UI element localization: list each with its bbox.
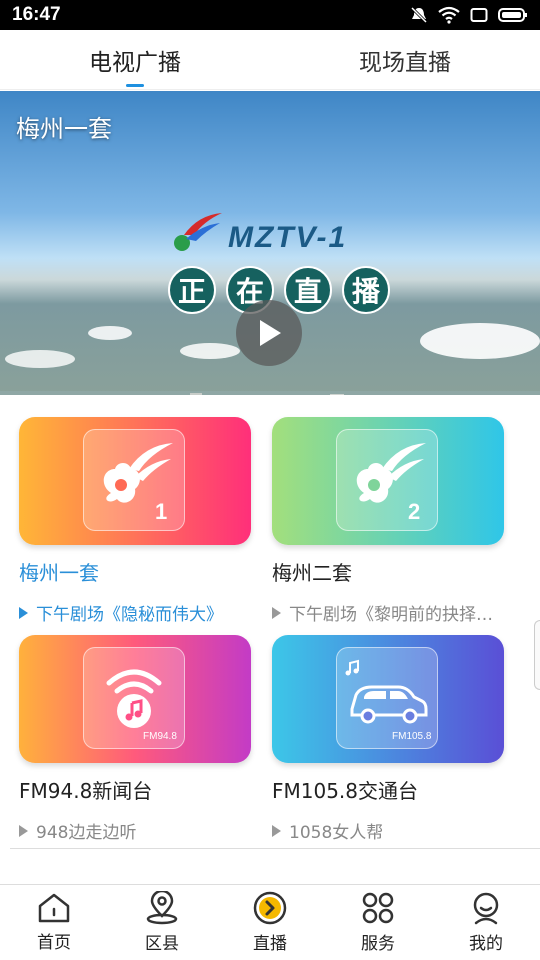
top-tabs: 电视广播 现场直播: [0, 30, 540, 90]
nav-label: 区县: [145, 934, 179, 954]
nav-label: 直播: [253, 934, 287, 954]
mztv-logo-icon: 1: [103, 443, 173, 524]
program-title: 1058女人帮: [289, 823, 384, 843]
nav-label: 服务: [361, 934, 395, 954]
battery-icon: [498, 8, 527, 22]
status-time: 16:47: [12, 4, 61, 25]
car-icon: FM105.8: [345, 659, 432, 742]
hero-channel-title: 梅州一套: [16, 115, 112, 143]
channel-grid: 1 梅州一套 下午剧场《隐秘而伟大》 2 梅州二套 下午剧场《黎明前的抉择… F…: [0, 395, 540, 855]
play-button[interactable]: [236, 300, 302, 366]
nav-label: 我的: [469, 934, 503, 954]
channel-badge: FM105.8: [392, 731, 432, 742]
channel-name: 梅州一套: [19, 561, 99, 585]
nav-item-district[interactable]: 区县: [108, 885, 216, 960]
channel-program: 1058女人帮: [272, 818, 508, 843]
status-icons: [410, 6, 528, 24]
channel-thumbnail[interactable]: FM105.8: [272, 635, 504, 763]
channel-icon-frame: FM105.8: [336, 647, 438, 749]
channel-badge: FM94.8: [143, 731, 177, 742]
wifi-icon: [438, 6, 460, 24]
radio-music-icon: FM94.8: [106, 669, 177, 742]
play-triangle-icon: [19, 606, 28, 619]
channel-thumbnail[interactable]: 2: [272, 417, 504, 545]
play-triangle-icon: [272, 606, 281, 619]
channel-card-mztv2[interactable]: 2 梅州二套 下午剧场《黎明前的抉择…: [272, 417, 508, 625]
nav-item-home[interactable]: 首页: [0, 885, 108, 960]
video-player[interactable]: 梅州一套 MZTV-1 正 在 直 播: [0, 91, 540, 395]
channel-badge: 2: [408, 499, 420, 524]
play-icon: [260, 320, 281, 346]
channel-card-mztv1[interactable]: 1 梅州一套 下午剧场《隐秘而伟大》: [19, 417, 255, 625]
channel-thumbnail[interactable]: FM94.8: [19, 635, 251, 763]
program-title: 下午剧场《隐秘而伟大》: [36, 605, 223, 625]
channel-program: 下午剧场《黎明前的抉择…: [272, 600, 508, 625]
channel-card-fm948[interactable]: FM94.8 FM94.8新闻台 948边走边听: [19, 635, 255, 843]
live-char: 直: [284, 266, 332, 314]
program-title: 下午剧场《黎明前的抉择…: [289, 605, 493, 625]
channel-name: FM105.8交通台: [272, 779, 419, 803]
program-title: 948边走边听: [36, 823, 137, 843]
channel-name: 梅州二套: [272, 561, 352, 585]
nav-item-services[interactable]: 服务: [324, 885, 432, 960]
mztv-logo-icon: 2: [356, 443, 426, 524]
tab-label: 电视广播: [89, 49, 181, 76]
section-divider: [10, 848, 540, 849]
location-pin-icon: [146, 891, 178, 925]
home-icon: [38, 893, 70, 923]
side-drawer-handle[interactable]: [534, 620, 540, 690]
nav-item-me[interactable]: 我的: [432, 885, 540, 960]
user-icon: [473, 892, 499, 925]
channel-badge: 1: [155, 499, 167, 524]
channel-program: 下午剧场《隐秘而伟大》: [19, 600, 255, 625]
mztv-logo-icon: [174, 213, 222, 251]
tab-label: 现场直播: [359, 49, 451, 76]
hero-logo-text: MZTV-1: [228, 221, 348, 254]
play-triangle-icon: [19, 824, 28, 837]
nav-label: 首页: [37, 933, 71, 953]
nav-item-live[interactable]: 直播: [216, 885, 324, 960]
status-bar: 16:47: [0, 0, 540, 30]
channel-icon-frame: 2: [336, 429, 438, 531]
tab-tv-broadcast[interactable]: 电视广播: [0, 30, 270, 89]
grid-circles-icon: [362, 892, 394, 924]
channel-icon-frame: FM94.8: [83, 647, 185, 749]
mute-icon: [410, 6, 428, 24]
channel-program: 948边走边听: [19, 818, 255, 843]
live-char: 播: [342, 266, 390, 314]
channel-card-fm1058[interactable]: FM105.8 FM105.8交通台 1058女人帮: [272, 635, 508, 843]
play-triangle-icon: [272, 824, 281, 837]
channel-name: FM94.8新闻台: [19, 779, 153, 803]
bottom-navigation: 首页 区县 直播 服务 我的: [0, 884, 540, 960]
tab-live-scene[interactable]: 现场直播: [270, 30, 540, 89]
channel-icon-frame: 1: [83, 429, 185, 531]
channel-thumbnail[interactable]: 1: [19, 417, 251, 545]
live-play-icon: [253, 891, 287, 925]
live-char: 正: [168, 266, 216, 314]
screen-icon: [470, 8, 488, 22]
active-tab-indicator: [126, 84, 144, 87]
